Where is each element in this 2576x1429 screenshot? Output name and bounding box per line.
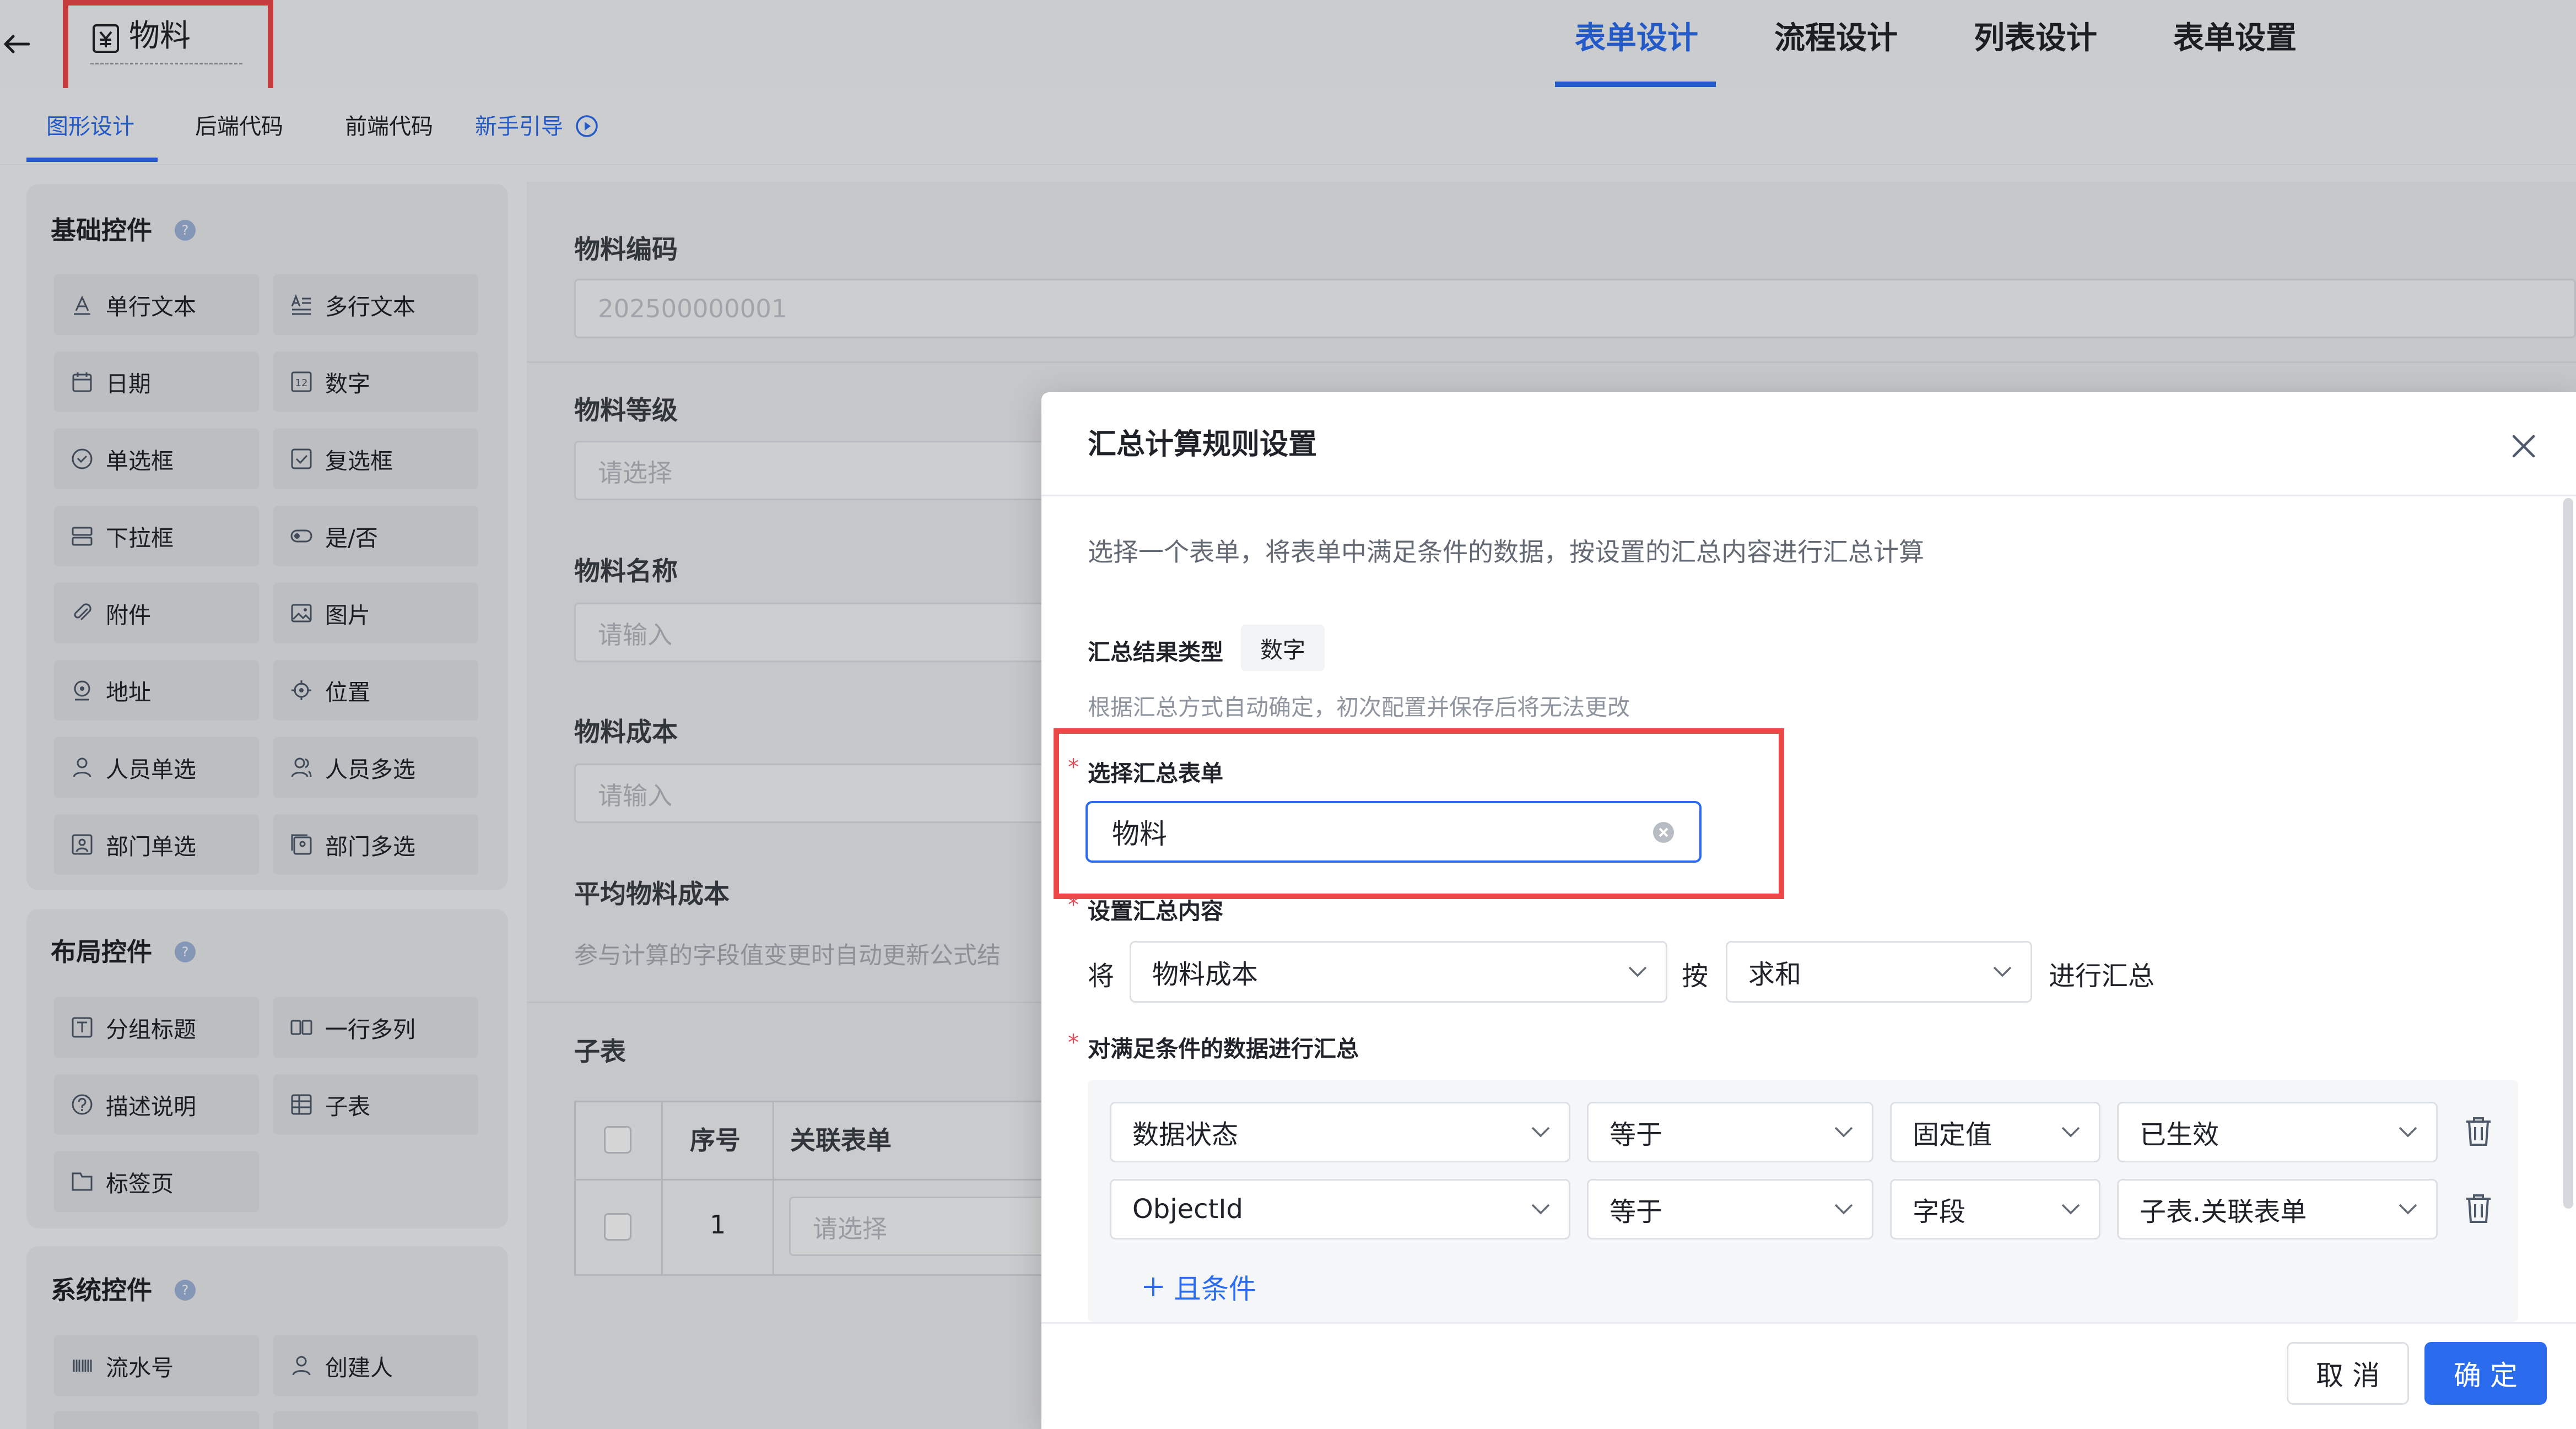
chevron-down-icon bbox=[1531, 1127, 1550, 1138]
dialog-description: 选择一个表单，将表单中满足条件的数据，按设置的汇总内容进行汇总计算 bbox=[1088, 537, 1924, 567]
delete-condition-trash-icon[interactable] bbox=[2464, 1116, 2493, 1147]
delete-condition-trash-icon[interactable] bbox=[2464, 1193, 2493, 1224]
condition-value-select[interactable]: 子表.关联表单 bbox=[2117, 1179, 2438, 1239]
result-type-tag: 数字 bbox=[1241, 625, 1325, 671]
condition-value: 子表.关联表单 bbox=[2140, 1197, 2307, 1227]
chevron-down-icon bbox=[2061, 1204, 2080, 1215]
word-take: 将 bbox=[1088, 961, 1115, 992]
summary-method-value: 求和 bbox=[1748, 959, 1802, 990]
confirm-button[interactable]: 确 定 bbox=[2424, 1342, 2547, 1405]
add-and-condition-button[interactable]: 且条件 bbox=[1141, 1267, 1256, 1307]
required-mark: * bbox=[1068, 1030, 1079, 1055]
condition-field-select[interactable]: ObjectId bbox=[1110, 1179, 1570, 1239]
chevron-down-icon bbox=[1531, 1204, 1550, 1215]
chevron-down-icon bbox=[2061, 1127, 2080, 1138]
summary-field-select[interactable]: 物料成本 bbox=[1130, 941, 1667, 1003]
summary-field-value: 物料成本 bbox=[1152, 959, 1259, 990]
condition-operator-value: 等于 bbox=[1610, 1119, 1663, 1150]
result-type-label: 汇总结果类型 bbox=[1088, 639, 1223, 665]
chevron-down-icon bbox=[2399, 1204, 2417, 1215]
condition-type-value: 固定值 bbox=[1913, 1119, 1992, 1150]
chevron-down-icon bbox=[1993, 966, 2012, 977]
word-by: 按 bbox=[1682, 961, 1709, 992]
condition-operator-select[interactable]: 等于 bbox=[1587, 1179, 1873, 1239]
required-mark: * bbox=[1068, 892, 1079, 918]
chevron-down-icon bbox=[1834, 1127, 1853, 1138]
condition-operator-value: 等于 bbox=[1610, 1197, 1663, 1227]
chevron-down-icon bbox=[1628, 966, 1647, 977]
dialog-footer-divider bbox=[1041, 1322, 2576, 1324]
highlight-box-select-form bbox=[1054, 728, 1784, 899]
condition-value-select[interactable]: 已生效 bbox=[2117, 1102, 2438, 1162]
word-do-summary: 进行汇总 bbox=[2049, 961, 2155, 992]
dialog-scrollbar[interactable] bbox=[2563, 498, 2573, 1209]
condition-field-value: 数据状态 bbox=[1132, 1119, 1239, 1150]
condition-type-value: 字段 bbox=[1913, 1197, 1966, 1227]
conditions-label: 对满足条件的数据进行汇总 bbox=[1088, 1036, 1359, 1062]
chevron-down-icon bbox=[2399, 1127, 2417, 1138]
chevron-down-icon bbox=[1834, 1204, 1853, 1215]
plus-icon bbox=[1144, 1278, 1163, 1296]
summary-method-select[interactable]: 求和 bbox=[1726, 941, 2032, 1003]
dialog-header-divider bbox=[1041, 495, 2576, 496]
summary-content-label: 设置汇总内容 bbox=[1088, 898, 1223, 924]
condition-type-select[interactable]: 固定值 bbox=[1890, 1102, 2100, 1162]
condition-type-select[interactable]: 字段 bbox=[1890, 1179, 2100, 1239]
condition-field-select[interactable]: 数据状态 bbox=[1110, 1102, 1570, 1162]
condition-operator-select[interactable]: 等于 bbox=[1587, 1102, 1873, 1162]
condition-value: 已生效 bbox=[2140, 1119, 2219, 1150]
condition-field-value: ObjectId bbox=[1132, 1194, 1243, 1225]
close-icon[interactable] bbox=[2507, 430, 2540, 463]
cancel-button[interactable]: 取 消 bbox=[2287, 1342, 2409, 1405]
dialog-title: 汇总计算规则设置 bbox=[1088, 428, 1317, 461]
result-type-hint: 根据汇总方式自动确定，初次配置并保存后将无法更改 bbox=[1088, 694, 1630, 721]
add-condition-label: 且条件 bbox=[1174, 1273, 1256, 1305]
